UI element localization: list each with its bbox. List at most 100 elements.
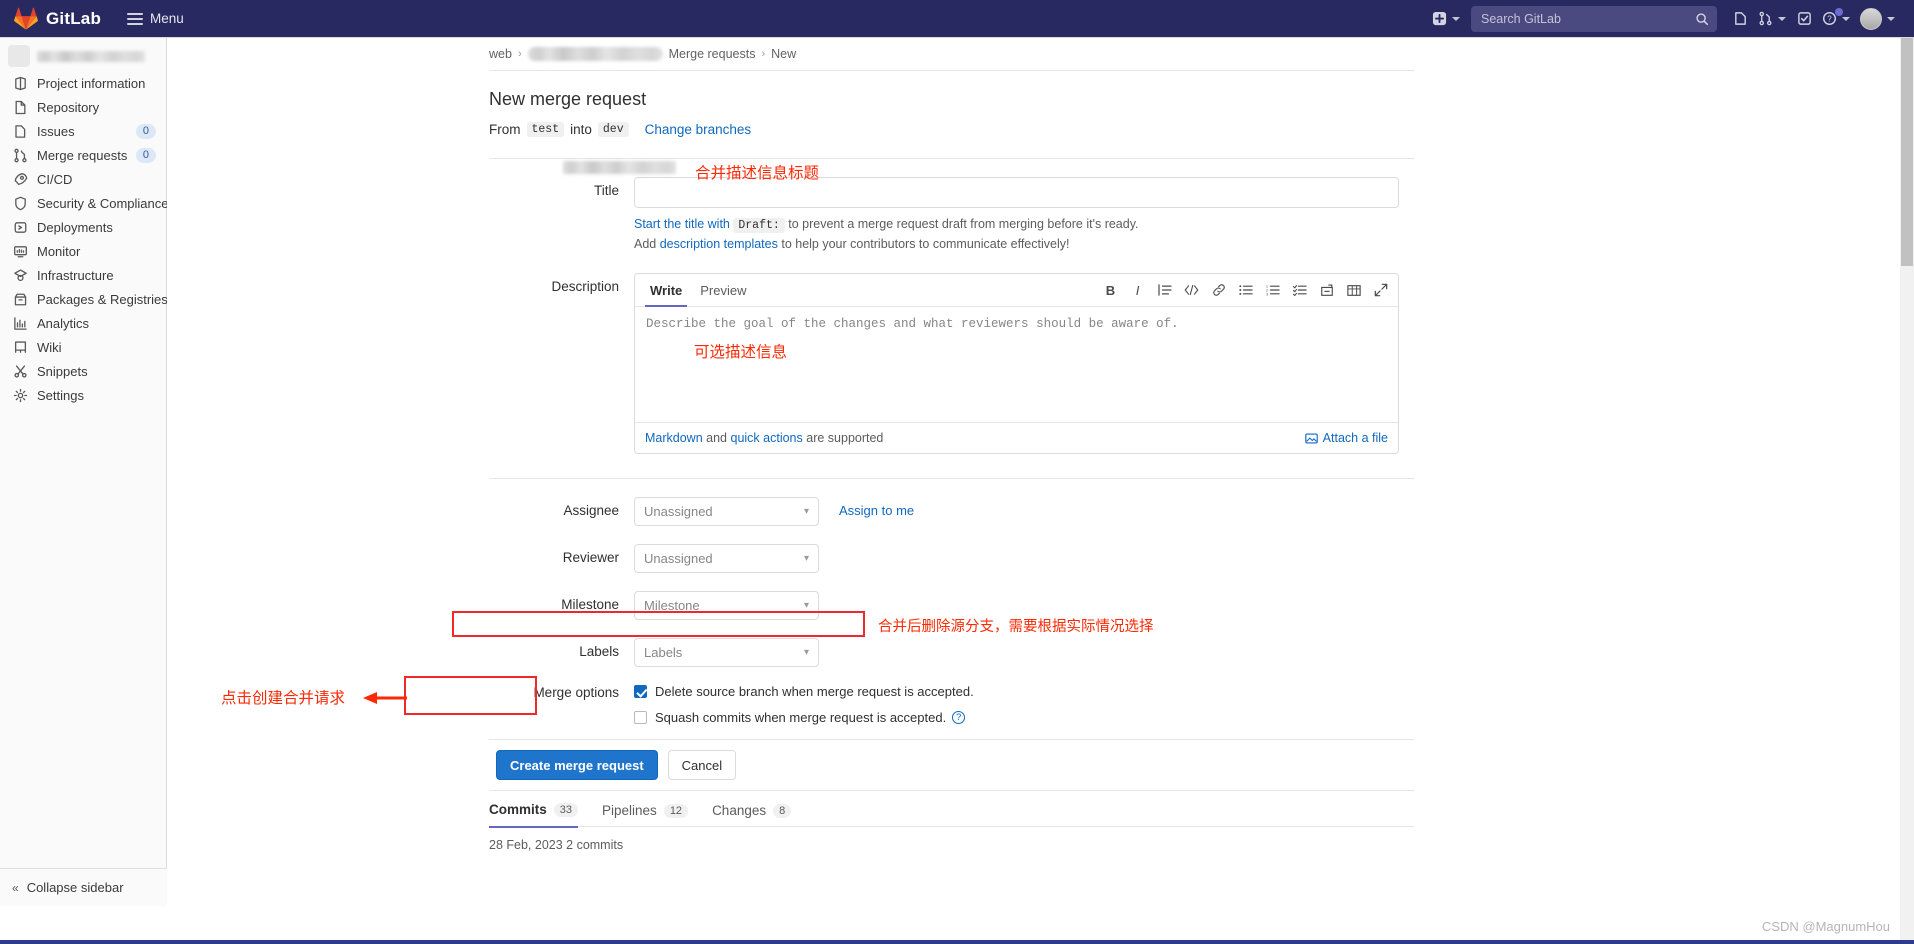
search-icon (1696, 12, 1709, 25)
sidebar-project-header[interactable] (0, 41, 166, 71)
labels-field-wrap: Labels ▾ (634, 638, 1892, 667)
merge-options-label: Merge options (533, 685, 619, 700)
assignee-select[interactable]: Unassigned ▾ (634, 497, 819, 526)
title-row: Title Start the title with Draft: to pre… (489, 177, 1892, 251)
labels-value: Labels (644, 645, 683, 660)
search-box[interactable] (1471, 5, 1717, 32)
form-mid-divider (489, 478, 1414, 479)
bulleted-list-icon[interactable] (1238, 283, 1253, 298)
tab-write[interactable]: Write (645, 274, 688, 307)
breadcrumb-separator: › (517, 48, 522, 60)
sidebar-item-wiki[interactable]: Wiki (0, 335, 166, 359)
squash-commits-option[interactable]: Squash commits when merge request is acc… (634, 710, 1892, 725)
svg-text:?: ? (1827, 15, 1832, 24)
annotation-title: 合并描述信息标题 (695, 164, 820, 182)
sidebar-item-project-information[interactable]: Project information (0, 71, 166, 95)
sidebar-item-infrastructure[interactable]: Infrastructure (0, 263, 166, 287)
project-information-icon (12, 75, 28, 91)
sidebar-item-settings[interactable]: Settings (0, 383, 166, 407)
markdown-link[interactable]: Markdown (645, 431, 703, 445)
create-new-button[interactable] (1427, 4, 1465, 34)
breadcrumb-project-redacted[interactable] (527, 47, 663, 61)
hamburger-icon (127, 10, 144, 28)
sidebar-item-security-compliance[interactable]: Security & Compliance (0, 191, 169, 215)
squash-commits-label: Squash commits when merge request is acc… (655, 710, 947, 725)
annotation-arrow-icon (363, 691, 407, 705)
task-list-icon[interactable] (1292, 283, 1307, 298)
sidebar-item-merge-requests[interactable]: Merge requests 0 (0, 143, 166, 167)
chevron-down-icon (1778, 16, 1786, 21)
assign-to-me-link[interactable]: Assign to me (839, 497, 914, 526)
delete-source-branch-option[interactable]: Delete source branch when merge request … (634, 684, 1892, 699)
sidebar-item-ci-cd[interactable]: CI/CD (0, 167, 166, 191)
form-top-divider (489, 158, 1414, 159)
labels-select[interactable]: Labels ▾ (634, 638, 819, 667)
reviewer-select[interactable]: Unassigned ▾ (634, 544, 819, 573)
start-title-with-draft-link[interactable]: Start the title with (634, 217, 730, 231)
squash-commits-checkbox[interactable] (634, 711, 647, 724)
tab-commits[interactable]: Commits 33 (489, 793, 579, 828)
mr-detail-tabs: Commits 33 Pipelines 12 Changes 8 (489, 791, 1414, 828)
table-icon[interactable] (1346, 283, 1361, 298)
title-hint-draft-suffix: to prevent a merge request draft from me… (788, 217, 1139, 231)
breadcrumb-current[interactable]: New (771, 47, 796, 61)
fullscreen-icon[interactable] (1373, 283, 1388, 298)
analytics-icon (12, 315, 28, 331)
issues-nav-button[interactable] (1727, 4, 1753, 34)
breadcrumb-merge-requests[interactable]: Merge requests (669, 47, 756, 61)
sidebar-item-packages-registries[interactable]: Packages & Registries (0, 287, 168, 311)
attach-file-label: Attach a file (1322, 431, 1388, 445)
change-branches-link[interactable]: Change branches (645, 122, 752, 137)
footer-supported: are supported (806, 431, 884, 445)
editor-toolbar: Write Preview B I 1 2 3 (635, 274, 1398, 307)
breadcrumb-root[interactable]: web (489, 47, 512, 61)
milestone-field-wrap: Milestone ▾ (634, 591, 1892, 620)
user-menu-button[interactable] (1855, 4, 1900, 34)
milestone-select[interactable]: Milestone ▾ (634, 591, 819, 620)
quick-actions-link[interactable]: quick actions (731, 431, 803, 445)
quote-icon[interactable] (1157, 283, 1172, 298)
tab-pipelines[interactable]: Pipelines 12 (602, 793, 689, 828)
attach-file-button[interactable]: Attach a file (1304, 431, 1388, 445)
tab-label: Pipelines (602, 803, 657, 818)
delete-source-branch-checkbox[interactable] (634, 685, 647, 698)
sidebar-item-repository[interactable]: Repository (0, 95, 166, 119)
tab-count: 8 (773, 803, 792, 818)
tab-count: 33 (553, 802, 579, 817)
tab-count: 12 (663, 803, 689, 818)
collapse-sidebar-button[interactable]: « Collapse sidebar (0, 868, 167, 906)
italic-icon[interactable]: I (1130, 283, 1145, 298)
sidebar-item-monitor[interactable]: Monitor (0, 239, 166, 263)
collapsible-section-icon[interactable] (1319, 283, 1334, 298)
code-icon[interactable] (1184, 283, 1199, 298)
menu-button[interactable]: Menu (127, 10, 184, 28)
help-nav-button[interactable]: ? (1817, 4, 1855, 34)
vertical-scrollbar[interactable] (1900, 38, 1914, 944)
editor-format-icons: B I 1 2 3 (1103, 283, 1388, 298)
search-input[interactable] (1479, 10, 1695, 27)
create-merge-request-button[interactable]: Create merge request (496, 750, 658, 780)
sidebar-item-label: Deployments (37, 219, 113, 235)
sidebar-item-analytics[interactable]: Analytics (0, 311, 166, 335)
delete-source-branch-label: Delete source branch when merge request … (655, 684, 974, 699)
sidebar-item-issues[interactable]: Issues 0 (0, 119, 166, 143)
chevron-down-icon: ▾ (803, 553, 809, 564)
merge-requests-nav-button[interactable] (1753, 4, 1791, 34)
sidebar-item-snippets[interactable]: Snippets (0, 359, 166, 383)
tab-label: Changes (712, 803, 767, 818)
squash-help-icon[interactable]: ? (952, 711, 966, 724)
tab-preview[interactable]: Preview (695, 274, 751, 307)
tab-changes[interactable]: Changes 8 (712, 793, 792, 828)
description-label: Description (551, 279, 619, 294)
vertical-scrollbar-thumb[interactable] (1901, 38, 1913, 266)
numbered-list-icon[interactable]: 123 (1265, 283, 1280, 298)
bold-icon[interactable]: B (1103, 283, 1118, 298)
todos-nav-button[interactable] (1791, 4, 1817, 34)
chevron-down-icon: ▾ (803, 647, 809, 658)
sidebar-item-deployments[interactable]: Deployments (0, 215, 166, 239)
link-icon[interactable] (1211, 283, 1226, 298)
description-textarea[interactable]: Describe the goal of the changes and wha… (635, 307, 1398, 422)
sidebar-item-label: Snippets (37, 363, 88, 379)
description-templates-link[interactable]: description templates (660, 237, 778, 251)
cancel-button[interactable]: Cancel (667, 750, 737, 780)
